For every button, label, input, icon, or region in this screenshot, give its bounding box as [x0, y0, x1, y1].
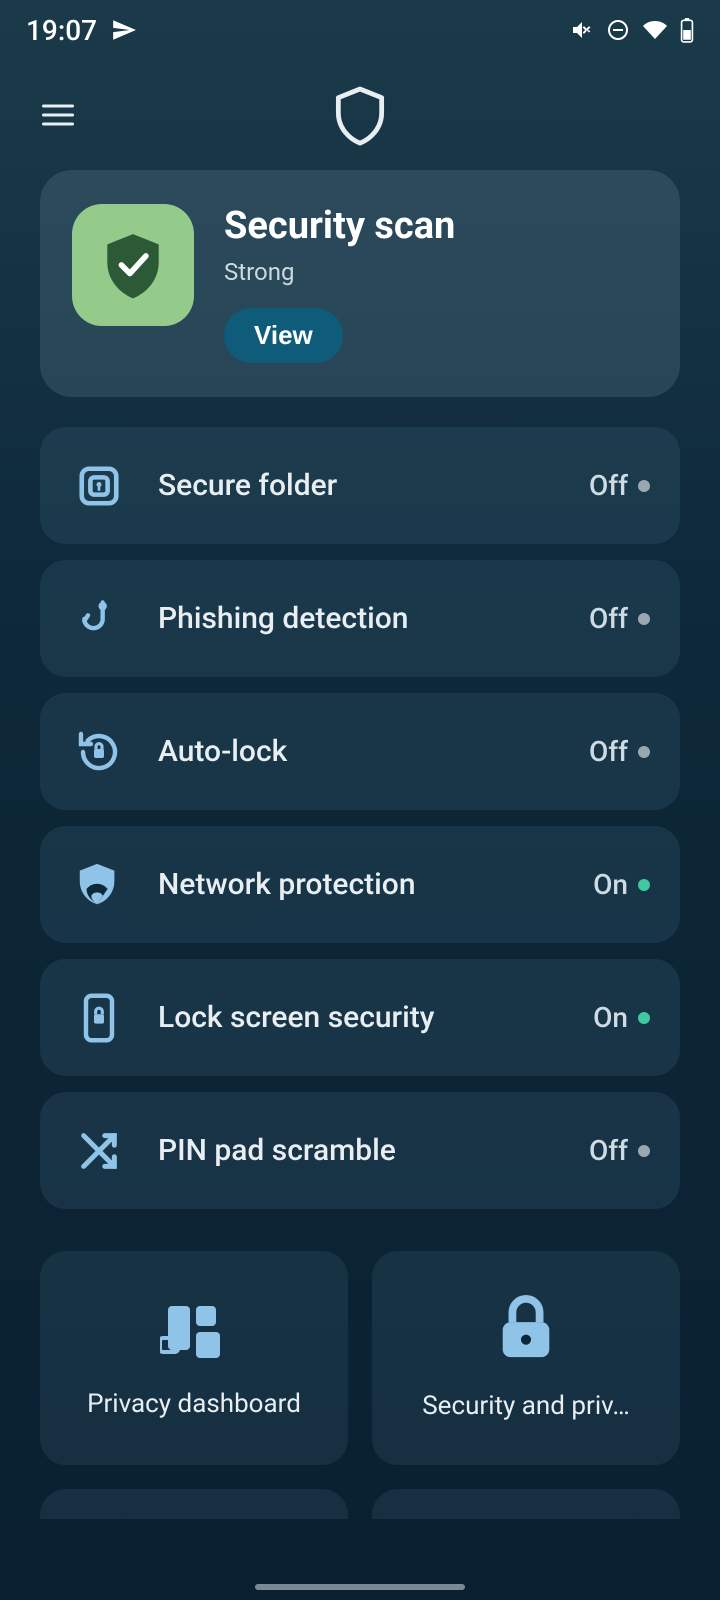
state-dot — [638, 1145, 650, 1157]
network-protection-icon — [74, 860, 124, 910]
status-bar: 19:07 — [0, 0, 720, 60]
mute-icon — [570, 18, 594, 42]
menu-button[interactable] — [42, 105, 74, 126]
card-privacy-dashboard[interactable]: Privacy dashboard — [40, 1251, 348, 1465]
security-scan-card[interactable]: Security scan Strong View — [40, 170, 680, 397]
status-time: 19:07 — [26, 14, 97, 47]
item-pin-pad-scramble[interactable]: PIN pad scramble Off — [40, 1092, 680, 1209]
item-state: Off — [589, 602, 650, 635]
state-dot — [638, 746, 650, 758]
nav-handle[interactable] — [255, 1584, 465, 1590]
dnd-icon — [606, 18, 630, 42]
view-button[interactable]: View — [224, 308, 343, 363]
state-dot — [638, 879, 650, 891]
app-header — [0, 60, 720, 170]
lock-icon — [496, 1295, 556, 1365]
secure-folder-icon — [74, 463, 124, 509]
auto-lock-icon — [74, 728, 124, 776]
peek-row — [40, 1489, 680, 1519]
item-label: Lock screen security — [158, 1000, 559, 1035]
status-left: 19:07 — [26, 14, 137, 47]
cards-row: Privacy dashboard Security and priv… — [40, 1251, 680, 1465]
scan-badge — [72, 204, 194, 326]
item-label: Phishing detection — [158, 601, 555, 636]
peek-card[interactable] — [372, 1489, 680, 1519]
card-security-and-privacy[interactable]: Security and priv… — [372, 1251, 680, 1465]
state-dot — [638, 480, 650, 492]
item-label: Secure folder — [158, 468, 555, 503]
state-dot — [638, 1012, 650, 1024]
status-right — [570, 17, 694, 43]
item-state: On — [593, 868, 650, 901]
settings-list: Secure folder Off Phishing detection Off — [40, 427, 680, 1209]
item-lock-screen-security[interactable]: Lock screen security On — [40, 959, 680, 1076]
dashboard-icon — [160, 1297, 228, 1363]
wifi-icon — [642, 18, 668, 42]
scan-status: Strong — [224, 258, 455, 286]
item-label: Auto-lock — [158, 734, 555, 769]
card-label: Security and priv… — [390, 1391, 662, 1421]
peek-card[interactable] — [40, 1489, 348, 1519]
card-label: Privacy dashboard — [58, 1389, 330, 1419]
lock-screen-icon — [74, 992, 124, 1044]
item-state: On — [593, 1001, 650, 1034]
item-auto-lock[interactable]: Auto-lock Off — [40, 693, 680, 810]
item-state: Off — [589, 469, 650, 502]
app-logo-shield-icon — [334, 83, 386, 147]
item-secure-folder[interactable]: Secure folder Off — [40, 427, 680, 544]
phishing-icon — [74, 596, 124, 642]
item-network-protection[interactable]: Network protection On — [40, 826, 680, 943]
state-dot — [638, 613, 650, 625]
item-state: Off — [589, 735, 650, 768]
shield-check-icon — [101, 229, 165, 301]
scramble-icon — [74, 1128, 124, 1174]
scan-title: Security scan — [224, 204, 455, 248]
send-icon — [111, 17, 137, 43]
battery-icon — [680, 17, 694, 43]
item-label: PIN pad scramble — [158, 1133, 555, 1168]
item-state: Off — [589, 1134, 650, 1167]
item-label: Network protection — [158, 867, 559, 902]
item-phishing-detection[interactable]: Phishing detection Off — [40, 560, 680, 677]
